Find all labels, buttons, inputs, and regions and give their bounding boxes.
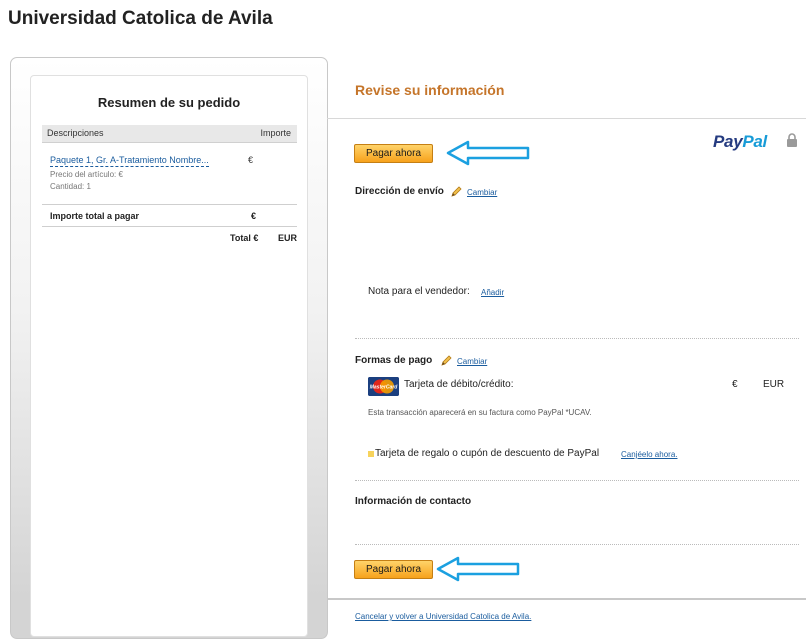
transaction-note: Esta transacción aparecerá en su factura…	[368, 408, 592, 417]
redeem-gift-link[interactable]: Canjéelo ahora.	[621, 450, 677, 459]
pay-now-button-bottom[interactable]: Pagar ahora	[354, 560, 433, 579]
shipping-address-label: Dirección de envío	[355, 186, 444, 197]
item-unit-price: Precio del artículo: €	[50, 170, 123, 179]
item-name-link[interactable]: Paquete 1, Gr. A-Tratamiento Nombre...	[50, 155, 209, 167]
footer-divider	[327, 598, 806, 600]
item-quantity: Cantidad: 1	[50, 182, 91, 191]
section-divider	[355, 480, 799, 481]
contact-info-label: Información de contacto	[355, 496, 472, 507]
summary-title: Resumen de su pedido	[97, 95, 241, 110]
pencil-icon	[441, 355, 452, 366]
card-amount: €	[732, 379, 738, 390]
total-label: Importe total a pagar	[50, 211, 140, 221]
merchant-title: Universidad Catolica de Avila	[8, 8, 273, 29]
paypal-logo: PayPal	[713, 132, 767, 152]
total-value: €	[251, 211, 257, 221]
order-summary-panel: Resumen de su pedido Descripciones Impor…	[10, 57, 328, 639]
seller-note-label: Nota para el vendedor:	[368, 286, 470, 297]
gift-card-label: Tarjeta de regalo o cupón de descuento d…	[375, 448, 600, 459]
cancel-return-link[interactable]: Cancelar y volver a Universidad Catolica…	[355, 612, 531, 621]
summary-table-header: Descripciones Importe	[42, 125, 297, 143]
review-title: Revise su información	[355, 82, 505, 98]
arrow-icon	[436, 556, 520, 582]
paypal-logo-pay: Pay	[713, 132, 743, 151]
mastercard-icon: MasterCard	[368, 377, 399, 396]
review-divider	[327, 118, 806, 119]
pencil-icon	[451, 186, 462, 197]
summary-divider	[42, 204, 297, 205]
grand-total-currency: EUR	[278, 233, 298, 243]
payment-methods-label: Formas de pago	[355, 355, 433, 366]
section-divider	[355, 544, 799, 545]
change-payment-link[interactable]: Cambiar	[457, 357, 487, 366]
item-price: €	[248, 155, 254, 165]
paypal-logo-pal: Pal	[742, 132, 767, 151]
add-note-link[interactable]: Añadir	[481, 288, 504, 297]
change-shipping-link[interactable]: Cambiar	[467, 188, 497, 197]
summary-divider-bottom	[42, 226, 297, 227]
pay-now-button-top[interactable]: Pagar ahora	[354, 144, 433, 163]
card-currency: EUR	[763, 379, 785, 390]
description-column-header: Descripciones	[47, 128, 104, 138]
mastercard-label: MasterCard	[370, 385, 398, 391]
lock-icon	[787, 133, 797, 147]
order-summary-card: Resumen de su pedido Descripciones Impor…	[30, 75, 308, 637]
card-label: Tarjeta de débito/crédito:	[404, 379, 514, 390]
amount-column-header: Importe	[260, 128, 291, 138]
section-divider	[355, 338, 799, 339]
arrow-icon	[446, 140, 530, 166]
gift-bullet-icon	[368, 451, 374, 457]
grand-total: Total €	[230, 233, 259, 243]
